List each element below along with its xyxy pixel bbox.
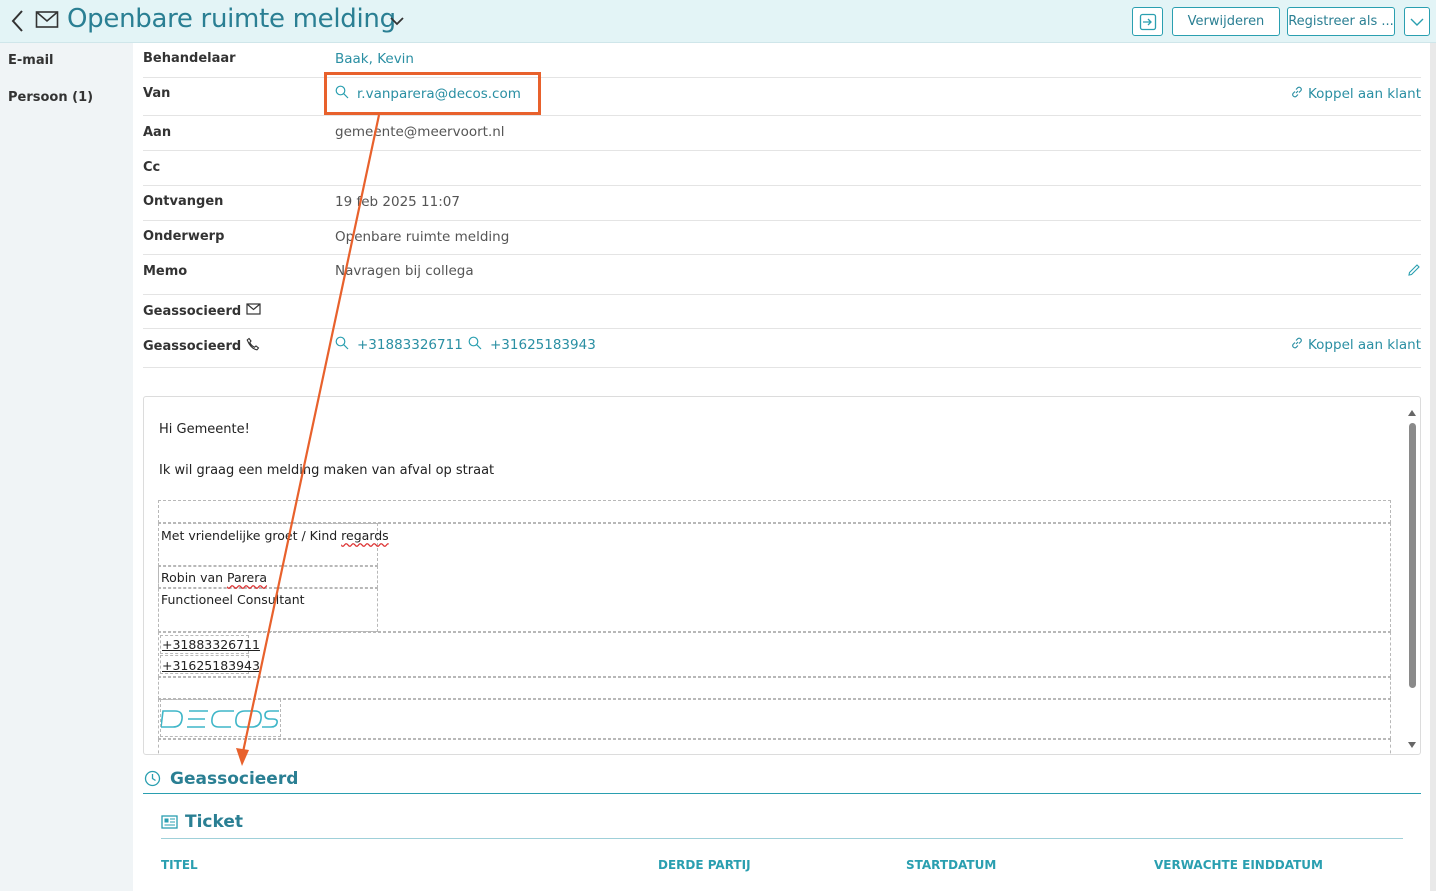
- to-value: gemeente@meervoort.nl: [335, 124, 505, 140]
- phone-link-2[interactable]: +31625183943: [468, 336, 596, 353]
- memo-label: Memo: [143, 264, 188, 279]
- signature-role: Functioneel Consultant: [161, 592, 305, 607]
- more-options-button[interactable]: [1404, 7, 1430, 36]
- assoc-phone-row: Geassocieerd +31883326711 +31625183943 K…: [143, 329, 1421, 368]
- mail-icon: [35, 11, 59, 28]
- top-bar: Openbare ruimte melding Verwijderen Regi…: [0, 0, 1436, 43]
- subject-value: Openbare ruimte melding: [335, 229, 510, 245]
- to-row: Aan gemeente@meervoort.nl: [143, 116, 1421, 151]
- associated-section-title: Geassocieerd: [170, 769, 299, 789]
- page-title: Openbare ruimte melding: [67, 4, 396, 34]
- divider: [161, 838, 1403, 839]
- column-header-title[interactable]: TITEL: [161, 858, 198, 872]
- sign-in-icon: [1139, 13, 1156, 30]
- chevron-down-icon[interactable]: [389, 14, 405, 28]
- subject-row: Onderwerp Openbare ruimte melding: [143, 221, 1421, 255]
- mail-icon: [246, 303, 261, 315]
- signature-spacer: [158, 739, 1391, 754]
- search-icon: [468, 336, 482, 350]
- assoc-phone-label: Geassocieerd: [143, 337, 260, 354]
- link-icon: [1292, 86, 1302, 98]
- pencil-icon[interactable]: [1407, 263, 1421, 277]
- received-row: Ontvangen 19 feb 2025 11:07: [143, 186, 1421, 221]
- history-icon: [144, 770, 161, 787]
- decos-logo: [161, 710, 279, 728]
- divider: [143, 793, 1421, 794]
- signature-name: Robin van Parera: [161, 570, 268, 585]
- handler-value[interactable]: Baak, Kevin: [335, 51, 414, 67]
- assoc-mail-row: Geassocieerd: [143, 295, 1421, 329]
- sidebar-item-person[interactable]: Persoon (1): [8, 90, 93, 105]
- highlight-box: [324, 72, 541, 115]
- link-customer-link[interactable]: Koppel aan klant: [1290, 85, 1421, 102]
- exit-button[interactable]: [1132, 7, 1163, 36]
- email-scrollbar[interactable]: [1406, 405, 1418, 750]
- chevron-down-icon: [1410, 18, 1424, 26]
- signature-phone-2[interactable]: +31625183943: [162, 658, 260, 673]
- sidebar-item-email[interactable]: E-mail: [8, 53, 54, 68]
- email-greeting: Hi Gemeente!: [159, 422, 250, 437]
- column-header-third-party[interactable]: DERDE PARTIJ: [658, 858, 751, 872]
- ticket-section-title: Ticket: [185, 812, 244, 832]
- register-as-button[interactable]: Registreer als ...: [1287, 7, 1395, 36]
- signature-greeting: Met vriendelijke groet / Kind regards: [161, 528, 389, 543]
- link-customer-link-2[interactable]: Koppel aan klant: [1290, 336, 1421, 353]
- cc-row: Cc: [143, 151, 1421, 186]
- handler-label: Behandelaar: [143, 51, 236, 66]
- from-label: Van: [143, 86, 171, 101]
- column-header-start-date[interactable]: STARTDATUM: [906, 858, 996, 872]
- received-value: 19 feb 2025 11:07: [335, 194, 460, 210]
- delete-button[interactable]: Verwijderen: [1172, 7, 1280, 36]
- to-label: Aan: [143, 125, 172, 140]
- page-scrollbar[interactable]: [1430, 43, 1436, 891]
- cc-label: Cc: [143, 160, 161, 175]
- signature-spacer: [158, 500, 1391, 523]
- memo-row: Memo Navragen bij collega: [143, 255, 1421, 295]
- received-label: Ontvangen: [143, 194, 224, 209]
- logo-block: [158, 699, 1391, 739]
- phone-icon: [246, 337, 260, 351]
- email-message: Ik wil graag een melding maken van afval…: [159, 463, 495, 478]
- assoc-mail-label: Geassocieerd: [143, 303, 261, 319]
- signature-phone-1[interactable]: +31883326711: [162, 637, 260, 652]
- signature-spacer: [158, 677, 1391, 699]
- email-body-viewer[interactable]: Hi Gemeente! Ik wil graag een melding ma…: [143, 396, 1421, 755]
- sidebar: E-mail Persoon (1): [0, 43, 133, 891]
- link-icon: [1292, 337, 1302, 349]
- ticket-icon: [161, 815, 178, 829]
- phone-link-1[interactable]: +31883326711: [335, 336, 463, 353]
- memo-value: Navragen bij collega: [335, 263, 474, 279]
- column-header-expected-end-date[interactable]: VERWACHTE EINDDATUM: [1154, 858, 1323, 872]
- back-icon[interactable]: [9, 8, 27, 34]
- subject-label: Onderwerp: [143, 229, 225, 244]
- phone-block: [158, 632, 1391, 677]
- search-icon: [335, 336, 349, 350]
